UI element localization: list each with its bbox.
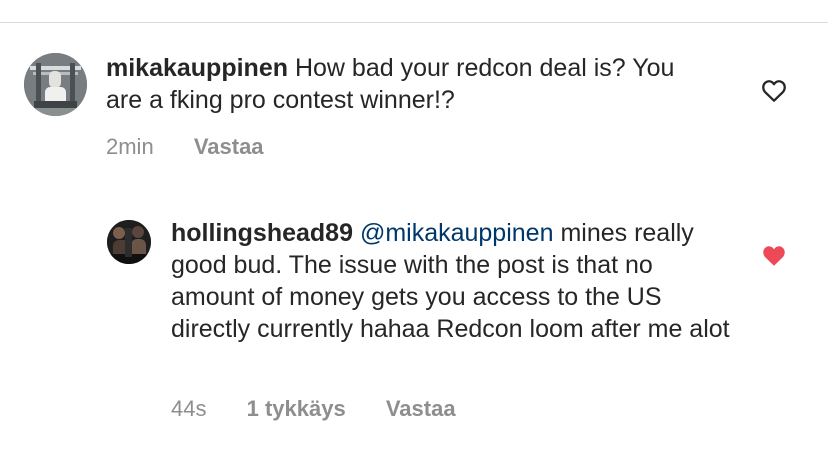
comment-username[interactable]: hollingshead89: [171, 219, 353, 247]
avatar[interactable]: [24, 53, 87, 116]
comment-timestamp: 44s: [171, 396, 207, 421]
reply-button[interactable]: Vastaa: [386, 395, 456, 423]
comment-meta: 2min Vastaa: [106, 133, 298, 161]
comment-text: hollingshead89 @mikakauppinen mines real…: [171, 217, 731, 345]
comment-meta: 44s 1 tykkäys Vastaa: [171, 395, 490, 423]
heart-outline-icon[interactable]: [761, 79, 787, 103]
comment-text: mikakauppinen How bad your redcon deal i…: [106, 52, 716, 116]
reply-button[interactable]: Vastaa: [194, 133, 264, 161]
likes-count-button[interactable]: 1 tykkäys: [247, 395, 346, 423]
heart-filled-icon[interactable]: [761, 244, 787, 268]
avatar[interactable]: [107, 220, 151, 264]
mention-link[interactable]: @mikakauppinen: [360, 219, 554, 247]
comment-username[interactable]: mikakauppinen: [106, 54, 288, 82]
top-divider: [0, 22, 828, 23]
comment-timestamp: 2min: [106, 134, 154, 159]
